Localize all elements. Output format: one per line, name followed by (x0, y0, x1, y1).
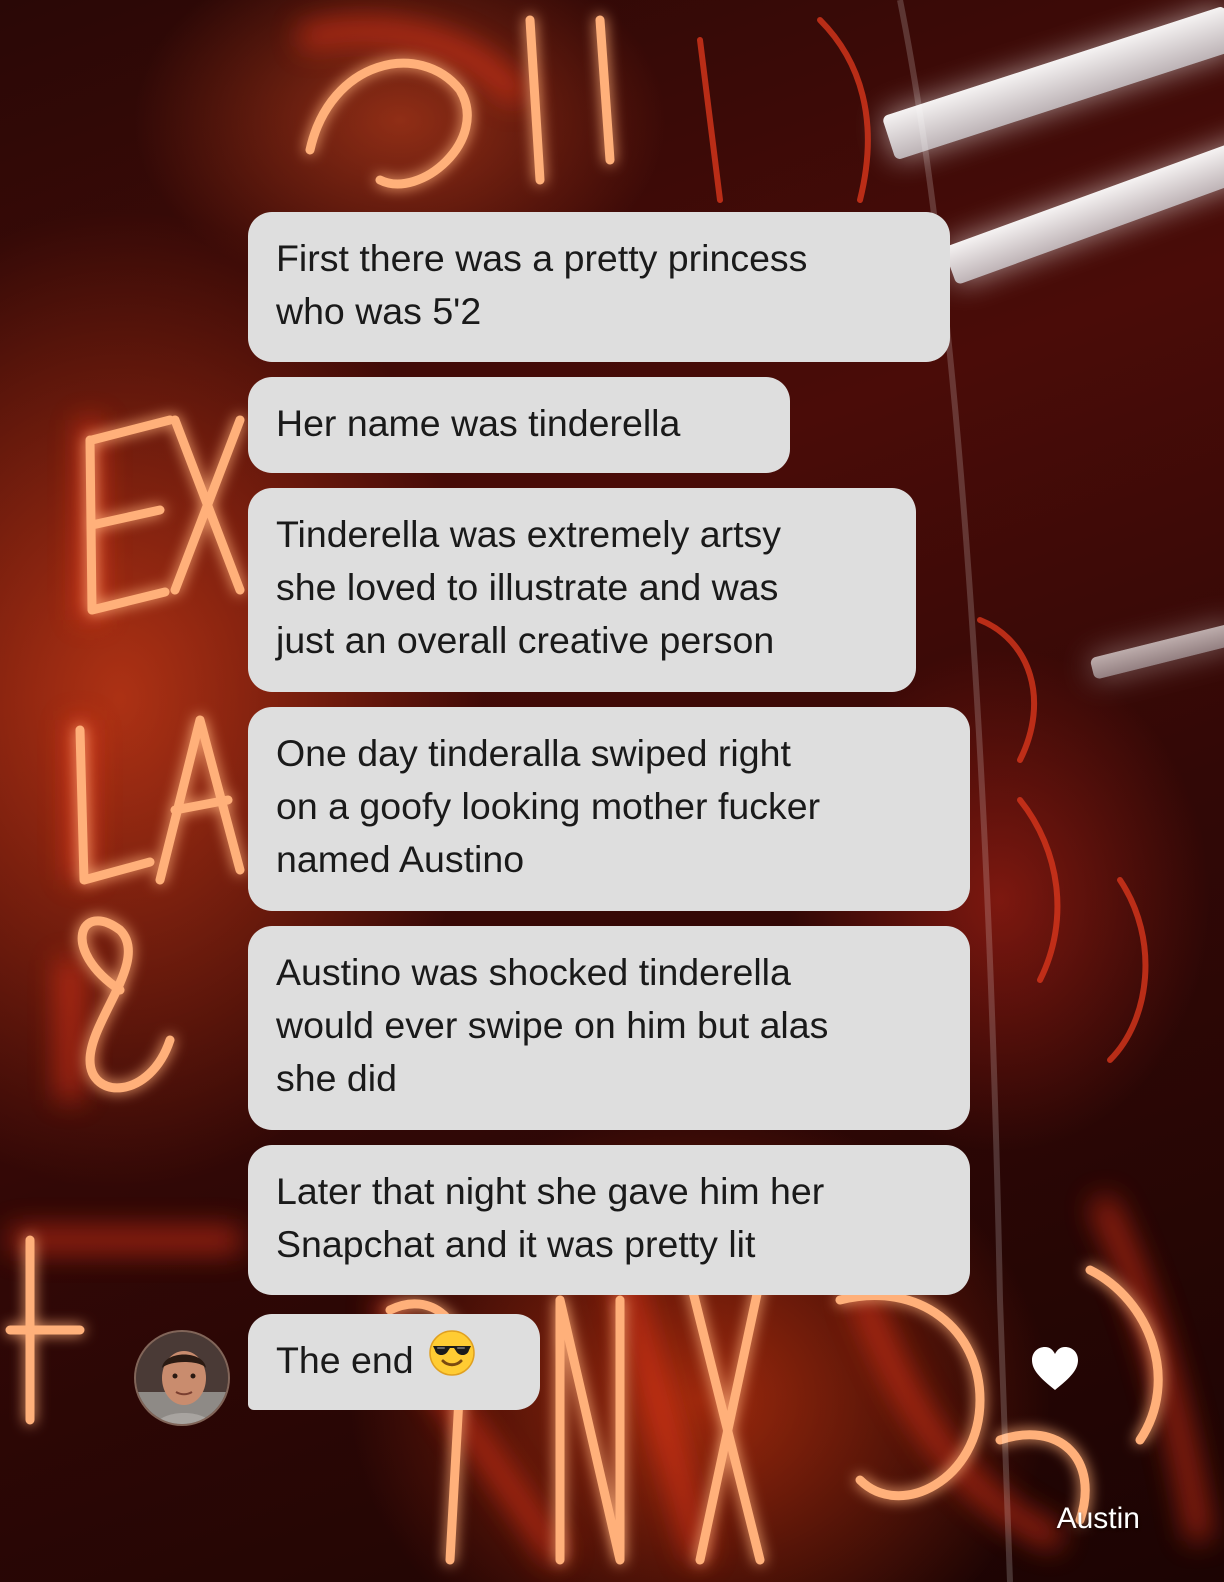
sunglasses-emoji-icon (428, 1329, 476, 1391)
message-bubble[interactable]: One day tinderalla swiped right on a goo… (248, 707, 970, 911)
message-bubble[interactable]: Tinderella was extremely artsy she loved… (248, 488, 916, 692)
message-line: The end (276, 1339, 414, 1381)
message-line: First there was a pretty princess (276, 237, 808, 279)
sender-name: Austin (1056, 1502, 1140, 1535)
message-line: just an overall creative person (276, 619, 775, 661)
message-bubble[interactable]: The end (248, 1314, 540, 1410)
profile-photo (136, 1332, 228, 1424)
message-line: Later that night she gave him her (276, 1170, 825, 1212)
message-line: named Austino (276, 838, 525, 880)
chat-thread: First there was a pretty princess who wa… (0, 0, 1224, 1582)
message-line: Tinderella was extremely artsy (276, 513, 782, 555)
message-bubble[interactable]: Later that night she gave him her Snapch… (248, 1145, 970, 1295)
message-line: Austino was shocked tinderella (276, 951, 791, 993)
message-line: Snapchat and it was pretty lit (276, 1223, 756, 1265)
message-bubble[interactable]: First there was a pretty princess who wa… (248, 212, 950, 362)
message-bubble[interactable]: Her name was tinderella (248, 377, 790, 473)
message-line: she loved to illustrate and was (276, 566, 779, 608)
message-line: she did (276, 1057, 397, 1099)
message-line: would ever swipe on him but alas (276, 1004, 829, 1046)
message-line: One day tinderalla swiped right (276, 732, 791, 774)
message-line: who was 5'2 (276, 290, 482, 332)
avatar[interactable] (134, 1330, 230, 1426)
like-heart-icon[interactable] (1030, 1346, 1080, 1392)
message-bubble[interactable]: Austino was shocked tinderella would eve… (248, 926, 970, 1130)
message-line: Her name was tinderella (276, 402, 681, 444)
message-line: on a goofy looking mother fucker (276, 785, 821, 827)
